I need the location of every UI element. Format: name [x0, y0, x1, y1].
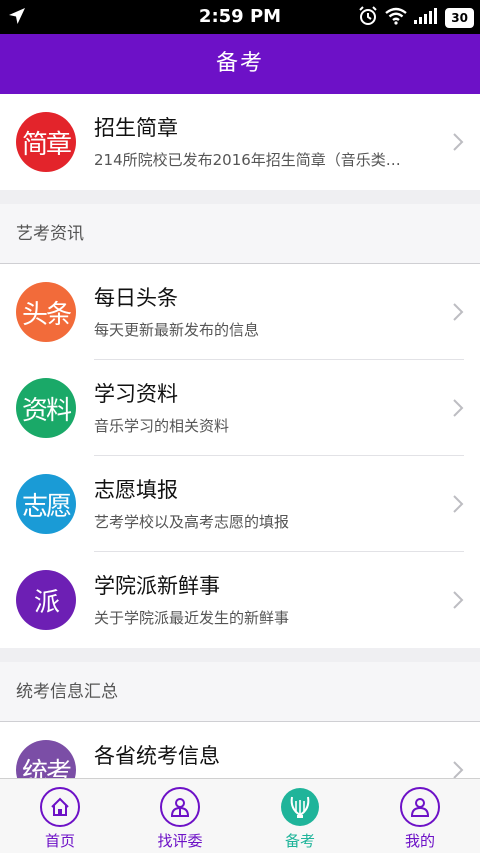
list-item-application[interactable]: 志愿 志愿填报 艺考学校以及高考志愿的填报: [0, 456, 480, 552]
list-item-title: 各省统考信息: [94, 744, 220, 768]
section-gap: [0, 190, 480, 204]
chevron-right-icon: [452, 590, 464, 614]
application-icon: 志愿: [16, 474, 76, 534]
list-item-subtitle: 音乐学习的相关资料: [94, 417, 230, 435]
list-item-title: 志愿填报: [94, 478, 178, 502]
tab-label: 首页: [44, 832, 75, 850]
tab-prep[interactable]: 备考: [240, 779, 360, 853]
section-gap: [0, 648, 480, 662]
exam-icon: 统考: [16, 740, 76, 778]
list-item-subtitle: 每天更新最新发布的信息: [94, 321, 260, 339]
home-icon: [40, 787, 80, 827]
featured-title: 招生简章: [94, 116, 178, 140]
list-item-study-materials[interactable]: 资料 学习资料 音乐学习的相关资料: [0, 360, 480, 456]
tab-home[interactable]: 首页: [0, 779, 120, 853]
list-item-title: 每日头条: [94, 286, 178, 310]
chevron-right-icon: [452, 494, 464, 518]
featured-subtitle: 214所院校已发布2016年招生简章（音乐类…: [94, 151, 401, 169]
list-item-daily-news[interactable]: 头条 每日头条 每天更新最新发布的信息: [0, 264, 480, 360]
tab-label: 我的: [404, 832, 435, 850]
lyre-icon: [280, 787, 320, 827]
status-bar: 2:59 PM 30: [0, 0, 480, 34]
section-header-exams: 统考信息汇总: [0, 662, 480, 722]
list-item-title: 学习资料: [94, 382, 178, 406]
tab-bar: 首页 找评委 备考 我的: [0, 778, 480, 853]
chevron-right-icon: [452, 302, 464, 326]
brochure-icon: 简章: [16, 112, 76, 172]
section-header-news: 艺考资讯: [0, 204, 480, 264]
chevron-right-icon: [452, 398, 464, 422]
tab-find-judge[interactable]: 找评委: [120, 779, 240, 853]
profile-icon: [400, 787, 440, 827]
signal-icon: [414, 8, 438, 28]
judge-icon: [160, 787, 200, 827]
materials-icon: 资料: [16, 378, 76, 438]
tab-mine[interactable]: 我的: [360, 779, 480, 853]
tab-label: 找评委: [157, 832, 203, 850]
battery-icon: 30: [445, 8, 474, 28]
alarm-icon: [358, 6, 378, 30]
list-item-subtitle: 关于学院派最近发生的新鲜事: [94, 609, 290, 627]
list-item-academy-news[interactable]: 派 学院派新鲜事 关于学院派最近发生的新鲜事: [0, 552, 480, 648]
nav-title: 备考: [0, 34, 480, 94]
headline-icon: 头条: [16, 282, 76, 342]
list-item-provincial-exams[interactable]: 统考 各省统考信息: [0, 722, 480, 778]
wifi-icon: [385, 7, 408, 29]
academy-icon: 派: [16, 570, 76, 630]
chevron-right-icon: [452, 132, 464, 156]
main-scroll[interactable]: 简章 招生简章 214所院校已发布2016年招生简章（音乐类… 艺考资讯 头条 …: [0, 94, 480, 778]
list-item-subtitle: 艺考学校以及高考志愿的填报: [94, 513, 290, 531]
tab-label: 备考: [284, 832, 315, 850]
list-item-title: 学院派新鲜事: [94, 574, 220, 598]
featured-row[interactable]: 简章 招生简章 214所院校已发布2016年招生简章（音乐类…: [0, 94, 480, 190]
chevron-right-icon: [452, 760, 464, 778]
